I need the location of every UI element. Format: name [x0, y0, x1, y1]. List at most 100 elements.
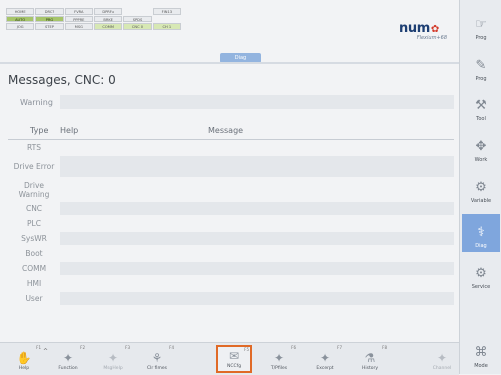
table-body: RTS Drive Error Drive Warning CNC PLC SysWR Bo… [8, 140, 454, 306]
row-type: HMI [26, 279, 42, 288]
side-button-prog[interactable]: ✎ Prog [462, 47, 500, 85]
page-title: Messages, CNC: 0 [8, 73, 116, 87]
row-message-cell [60, 179, 454, 200]
prog-icon: ✎ [475, 58, 487, 73]
status-cell: BRKE [94, 15, 123, 23]
side-button-label: Prog [475, 76, 487, 82]
softkey-label: Excerpt [316, 366, 334, 371]
row-message-cell [60, 247, 454, 260]
status-cell: CH 1 [152, 23, 181, 30]
table-row[interactable]: SysWR [8, 231, 454, 246]
variable-icon: ⚙ [475, 180, 487, 195]
msghelp-icon: ✦ [107, 351, 119, 365]
tool-icon: ⚒ [475, 98, 487, 113]
softkey-label: Clr fimes [146, 366, 167, 371]
side-button-label: Mode [474, 363, 488, 369]
table-row[interactable]: Drive Warning [8, 178, 454, 201]
row-message-cell [60, 262, 454, 275]
softkey-clr-fimes[interactable]: F4 ⚘ Clr fimes [139, 345, 175, 373]
function-key-label: F6 [291, 345, 296, 350]
side-button-service[interactable]: ⚙ Service [462, 255, 500, 293]
row-message-cell [60, 292, 454, 305]
function-key-label: F1 [36, 345, 41, 350]
help-icon: ✋ [16, 351, 32, 365]
softkey-label: Channel [432, 366, 452, 371]
softkey-t-pfiles[interactable]: F6 ✦ T/Pfiles [261, 345, 297, 373]
softkey-msghelp[interactable]: F3 ✦ MsgHelp [95, 345, 131, 373]
row-type: Drive Error [13, 162, 55, 171]
side-button-prog[interactable]: ☞ Prog [462, 6, 500, 44]
status-cell: STEP [35, 23, 64, 30]
function-key-label: F3 [125, 345, 130, 350]
side-toolbar: ☞ Prog ✎ Prog ⚒ Tool ✥ Work ⚙ Variable ⚕ Diag ⚙ Servi… [459, 0, 501, 374]
function-key-label: F8 [382, 345, 387, 350]
t-pfiles-icon: ✦ [273, 351, 285, 365]
warning-label: Warning [20, 98, 53, 107]
row-type: COMM [21, 264, 47, 273]
table-row[interactable]: PLC [8, 216, 454, 231]
warning-row: Warning [8, 94, 454, 111]
mode-icon: ⌘ [474, 345, 488, 360]
side-button-mode[interactable]: ⌘ Mode [462, 338, 500, 372]
softkey-history[interactable]: F8 ⚗ History [352, 345, 388, 373]
row-type: Boot [25, 249, 43, 258]
side-button-empty [462, 296, 500, 320]
table-row[interactable]: Drive Error [8, 155, 454, 178]
softkey-label: Help [18, 366, 30, 371]
row-message-cell [60, 217, 454, 230]
softkey-function[interactable]: F2 ✦ Function [50, 345, 86, 373]
side-button-label: Diag [475, 243, 487, 249]
side-button-work[interactable]: ✥ Work [462, 128, 500, 166]
side-button-diag[interactable]: ⚕ Diag [462, 214, 500, 252]
function-key-label: F7 [337, 345, 342, 350]
tab-divider [0, 62, 459, 64]
status-cell: HOME [6, 8, 35, 15]
header-type: Type [30, 126, 49, 135]
status-cell: AUTO [6, 15, 35, 23]
status-cell: SPDS [123, 15, 152, 23]
table-row[interactable]: CNC [8, 201, 454, 216]
channel-icon: ✦ [436, 351, 448, 365]
status-cell: DRC? [35, 8, 64, 15]
messages-table: Type Help Message RTS Drive Error Drive Wa… [8, 124, 454, 306]
status-cell [153, 16, 181, 23]
status-cell: JOG [6, 23, 35, 30]
table-row[interactable]: COMM [8, 261, 454, 276]
softkey-label: NCCfg [226, 364, 242, 369]
status-cell: COMM [94, 23, 123, 30]
status-cell: FVRA [64, 8, 93, 15]
softkey-nccfg[interactable]: F5 ✉ NCCfg [216, 345, 252, 373]
table-header: Type Help Message [8, 124, 454, 140]
machine-status-strip: HOME DRC? FVRA DPRFu FIN13 AUTO PRG PPPRE BRKE SP… [6, 8, 181, 30]
status-cell: MSG [64, 23, 93, 30]
softkey-help[interactable]: F1 ✋ Help [6, 345, 42, 373]
row-type: SysWR [21, 234, 47, 243]
prog-icon: ☞ [475, 17, 487, 32]
softkey-label: T/Pfiles [270, 366, 288, 371]
table-row[interactable]: User [8, 291, 454, 306]
num-logo: num✿ Flexium+68 [399, 21, 451, 47]
side-button-variable[interactable]: ⚙ Variable [462, 169, 500, 207]
row-message-cell [60, 141, 454, 154]
clr-fimes-icon: ⚘ [151, 351, 163, 365]
diag-icon: ⚕ [477, 225, 485, 240]
side-button-label: Tool [476, 116, 486, 122]
page-left-arrow-icon[interactable]: ^ [43, 348, 48, 355]
header-help: Help [60, 126, 79, 135]
side-button-tool[interactable]: ⚒ Tool [462, 87, 500, 125]
softkey-excerpt[interactable]: F7 ✦ Excerpt [307, 345, 343, 373]
side-button-label: Prog [475, 35, 487, 41]
row-message-cell [60, 202, 454, 215]
row-message-cell [60, 232, 454, 245]
nccfg-icon: ✉ [228, 349, 240, 363]
table-row[interactable]: Boot [8, 246, 454, 261]
softkey-label: History [361, 366, 378, 371]
table-row[interactable]: HMI [8, 276, 454, 291]
function-key-label: F5 [244, 347, 249, 352]
softkey-channel[interactable]: ✦ Channel [424, 345, 460, 373]
table-row[interactable]: RTS [8, 140, 454, 155]
function-icon: ✦ [62, 351, 74, 365]
row-message-cell [60, 277, 454, 290]
logo-name: num✿ [399, 21, 439, 36]
row-type: Drive Warning [18, 180, 50, 199]
